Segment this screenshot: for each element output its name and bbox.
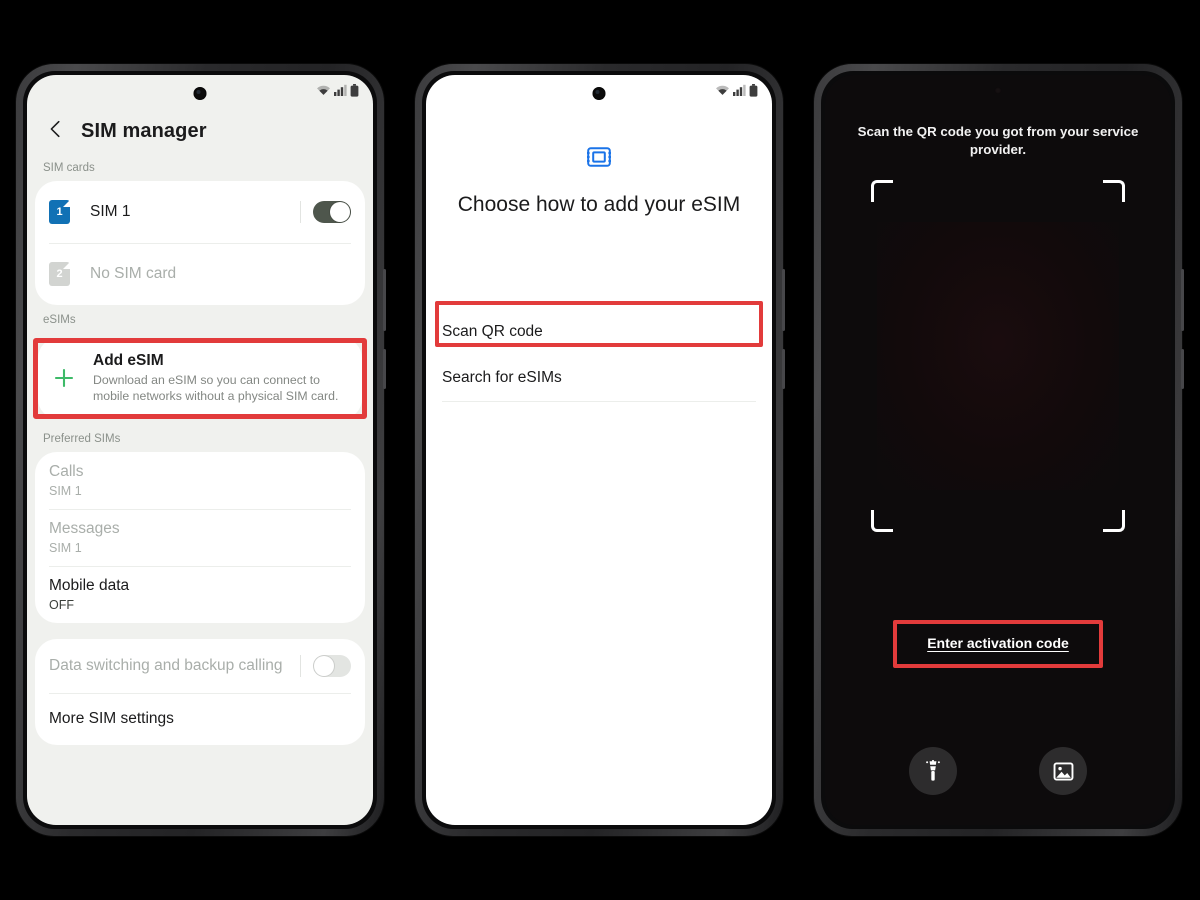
- list-item-calls: Calls SIM 1: [35, 452, 365, 509]
- gallery-button[interactable]: [1039, 747, 1087, 795]
- scanner-toolbar: [825, 747, 1171, 795]
- sim-badge-icon: 1: [49, 200, 70, 224]
- back-chevron-icon[interactable]: [45, 118, 67, 140]
- option-label: Search for eSIMs: [442, 369, 562, 386]
- flashlight-icon: [926, 760, 940, 781]
- plus-icon: [52, 367, 76, 389]
- wifi-icon: [317, 85, 330, 95]
- add-esim-highlight-wrap: Add eSIM Download an eSIM so you can con…: [33, 338, 367, 419]
- phone-1-screen: SIM manager SIM cards 1 SIM 1 2 No SIM c…: [27, 75, 373, 825]
- add-esim-title: Add eSIM: [93, 352, 164, 369]
- list-item-more-sim-settings[interactable]: More SIM settings: [35, 692, 365, 745]
- esim-options-list: Scan QR code Search for eSIMs: [426, 301, 772, 402]
- activation-link-wrap: Enter activation code: [825, 620, 1171, 668]
- sim1-toggle[interactable]: [313, 201, 351, 223]
- list-item-label: Messages: [49, 519, 120, 537]
- wifi-icon: [716, 85, 729, 95]
- battery-icon: [749, 83, 758, 97]
- sim-cards-card: 1 SIM 1 2 No SIM card: [35, 181, 365, 305]
- section-label-preferred-sims: Preferred SIMs: [43, 432, 121, 445]
- esim-chip-icon: [587, 147, 611, 167]
- page-heading: Choose how to add your eSIM: [457, 193, 741, 216]
- camera-preview: [877, 222, 1119, 490]
- option-label: Scan QR code: [442, 323, 543, 340]
- flashlight-button[interactable]: [909, 747, 957, 795]
- front-camera-punch-hole: [592, 87, 606, 100]
- battery-icon: [350, 83, 359, 97]
- power-button[interactable]: [1181, 349, 1184, 389]
- preferred-sims-card: Calls SIM 1 Messages SIM 1 Mobile data O…: [35, 451, 365, 623]
- scanner-corner-top-right-icon: [1103, 180, 1125, 202]
- enter-activation-code-link[interactable]: Enter activation code: [927, 635, 1069, 651]
- list-item-messages: Messages SIM 1: [35, 508, 365, 566]
- list-item-data-switching: Data switching and backup calling: [35, 639, 365, 693]
- list-item-label: No SIM card: [90, 265, 177, 282]
- option-search-for-esims[interactable]: Search for eSIMs: [426, 355, 772, 401]
- signal-bars-icon: [334, 84, 347, 96]
- list-item-label: Data switching and backup calling: [49, 656, 283, 674]
- list-item-value: SIM 1: [49, 540, 82, 555]
- phone-device-1: SIM manager SIM cards 1 SIM 1 2 No SIM c…: [16, 64, 386, 836]
- signal-bars-icon: [733, 84, 746, 96]
- list-item-label: More SIM settings: [49, 709, 174, 727]
- divider: [300, 654, 301, 677]
- list-divider: [442, 401, 756, 402]
- qr-viewfinder[interactable]: [871, 180, 1125, 532]
- list-item-mobile-data[interactable]: Mobile data OFF: [35, 565, 365, 623]
- highlight-box-enter-activation-code: Enter activation code: [893, 620, 1103, 668]
- scanner-hint-text: Scan the QR code you got from your servi…: [857, 124, 1139, 157]
- divider: [300, 201, 301, 223]
- section-label-esims: eSIMs: [43, 314, 76, 326]
- gallery-icon: [1053, 762, 1073, 780]
- scanner-corner-top-left-icon: [871, 180, 893, 202]
- front-camera-punch-hole: [994, 87, 1002, 94]
- sim-badge-icon: 2: [49, 262, 70, 286]
- list-item-value: SIM 1: [49, 483, 82, 498]
- sim-extra-card: Data switching and backup calling More S…: [35, 638, 365, 745]
- scanner-corner-bottom-right-icon: [1103, 510, 1125, 532]
- section-label-sim-cards: SIM cards: [43, 162, 95, 174]
- list-item-label: Calls: [49, 462, 84, 480]
- list-item-label: SIM 1: [90, 203, 131, 220]
- volume-button[interactable]: [1181, 269, 1184, 331]
- volume-button[interactable]: [383, 269, 386, 331]
- phone-device-2: Choose how to add your eSIM Scan QR code…: [415, 64, 785, 836]
- data-switching-toggle[interactable]: [313, 654, 351, 677]
- option-scan-qr-code[interactable]: Scan QR code: [426, 301, 772, 355]
- phone-device-3: Scan the QR code you got from your servi…: [814, 64, 1184, 836]
- phone-2-screen: Choose how to add your eSIM Scan QR code…: [426, 75, 772, 825]
- screenshot-stage: SIM manager SIM cards 1 SIM 1 2 No SIM c…: [0, 0, 1200, 900]
- power-button[interactable]: [782, 349, 785, 389]
- power-button[interactable]: [383, 349, 386, 389]
- list-item-no-sim: 2 No SIM card: [35, 243, 365, 305]
- list-item-label: Mobile data: [49, 576, 130, 594]
- list-item-sim1[interactable]: 1 SIM 1: [35, 181, 365, 243]
- page-title: SIM manager: [81, 120, 207, 142]
- volume-button[interactable]: [782, 269, 785, 331]
- list-item-value: OFF: [49, 597, 74, 612]
- add-esim-description: Download an eSIM so you can connect to m…: [93, 373, 339, 404]
- front-camera-punch-hole: [193, 87, 207, 100]
- scanner-corner-bottom-left-icon: [871, 510, 893, 532]
- phone-3-screen: Scan the QR code you got from your servi…: [825, 75, 1171, 825]
- add-esim-button[interactable]: Add eSIM Download an eSIM so you can con…: [38, 338, 362, 419]
